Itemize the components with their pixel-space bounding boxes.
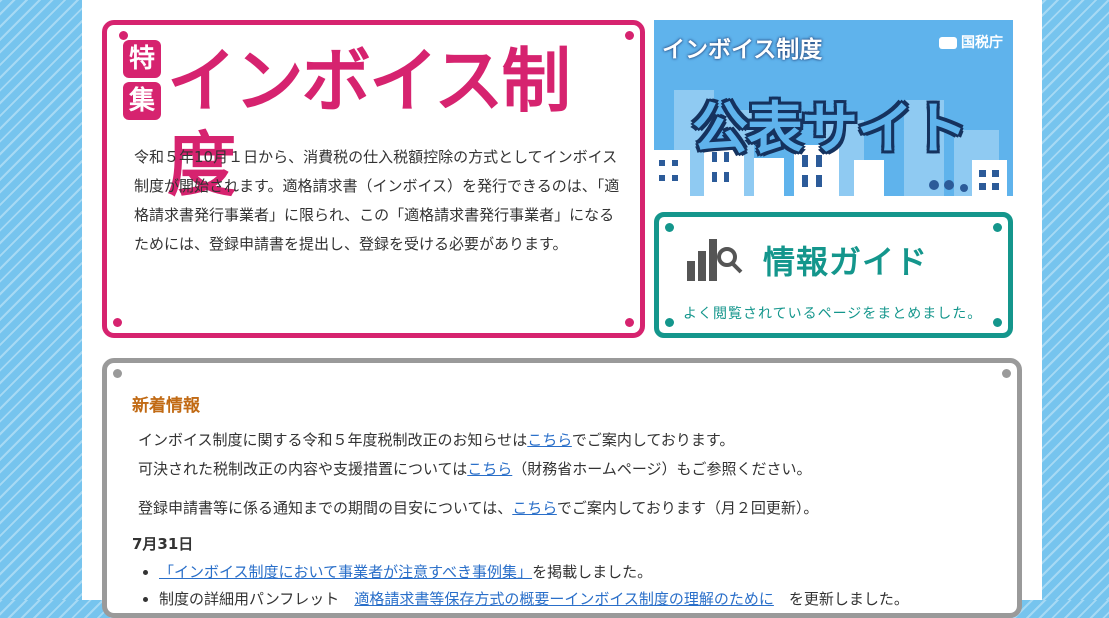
list-item: 「インボイス制度において事業者が注意すべき事例集」を掲載しました。 bbox=[159, 559, 909, 586]
news-line-text: 登録申請書等に係る通知までの期間の目安については、 bbox=[138, 499, 513, 517]
nta-logo-text: 国税庁 bbox=[961, 35, 1003, 51]
news-item-text: 制度の詳細用パンフレット bbox=[159, 590, 355, 608]
info-guide-box[interactable]: 情報ガイド よく閲覧されているページをまとめました。 bbox=[654, 212, 1013, 338]
nta-logo-icon bbox=[939, 37, 957, 49]
publication-site-banner[interactable]: インボイス制度 国税庁 公表サイト bbox=[654, 20, 1013, 196]
guide-title: 情報ガイド bbox=[763, 243, 929, 281]
feature-description: 令和５年10月１日から、消費税の仕入税額控除の方式としてインボイス制度が開始され… bbox=[134, 148, 620, 253]
corner-dot bbox=[119, 31, 128, 40]
news-list: 「インボイス制度において事業者が注意すべき事例集」を掲載しました。 制度の詳細用… bbox=[143, 559, 909, 613]
nta-logo: 国税庁 bbox=[939, 32, 1003, 52]
news-item-link[interactable]: 適格請求書等保存方式の概要ーインボイス制度の理解のために bbox=[354, 590, 774, 608]
news-line: 登録申請書等に係る通知までの期間の目安については、こちらでご案内しております（月… bbox=[138, 497, 818, 518]
news-line-text: インボイス制度に関する令和５年度税制改正のお知らせは bbox=[138, 431, 528, 449]
page-container: 特 集 インボイス制度 令和５年10月１日から、消費税の仕入税額控除の方式として… bbox=[82, 0, 1042, 618]
news-link[interactable]: こちら bbox=[527, 431, 572, 449]
guide-description: よく閲覧されているページをまとめました。 bbox=[683, 306, 983, 322]
news-line: インボイス制度に関する令和５年度税制改正のお知らせはこちらでご案内しております。 bbox=[138, 429, 734, 450]
news-line-text: 可決された税制改正の内容や支援措置については bbox=[138, 460, 468, 478]
corner-dot bbox=[993, 318, 1002, 327]
news-line-text: でご案内しております。 bbox=[571, 431, 735, 449]
corner-dot bbox=[993, 223, 1002, 232]
banner-top-label: インボイス制度 bbox=[662, 37, 823, 63]
corner-dot bbox=[1002, 369, 1011, 378]
special-badge: 集 bbox=[123, 82, 161, 120]
banner-main-label: 公表サイト bbox=[692, 97, 968, 162]
corner-dot bbox=[625, 318, 634, 327]
corner-dot bbox=[665, 318, 674, 327]
news-item-link[interactable]: 「インボイス制度において事業者が注意すべき事例集」 bbox=[159, 563, 532, 581]
news-item-text: を掲載しました。 bbox=[532, 563, 653, 581]
news-link[interactable]: こちら bbox=[512, 499, 557, 517]
news-line-text: でご案内しております（月２回更新）。 bbox=[556, 499, 819, 517]
news-heading: 新着情報 bbox=[132, 396, 200, 416]
corner-dot bbox=[665, 223, 674, 232]
news-item-text: を更新しました。 bbox=[773, 590, 909, 608]
news-date: 7月31日 bbox=[132, 535, 194, 553]
news-line-text: （財務省ホームページ）もご参照ください。 bbox=[512, 460, 812, 478]
feature-box[interactable]: 特 集 インボイス制度 令和５年10月１日から、消費税の仕入税額控除の方式として… bbox=[102, 20, 645, 338]
news-box: 新着情報 インボイス制度に関する令和５年度税制改正のお知らせはこちらでご案内して… bbox=[102, 358, 1022, 618]
news-line: 可決された税制改正の内容や支援措置についてはこちら（財務省ホームページ）もご参照… bbox=[138, 458, 812, 479]
special-badge: 特 bbox=[123, 40, 161, 78]
corner-dot bbox=[113, 318, 122, 327]
corner-dot bbox=[113, 369, 122, 378]
chart-search-icon bbox=[687, 239, 743, 281]
news-link[interactable]: こちら bbox=[467, 460, 512, 478]
